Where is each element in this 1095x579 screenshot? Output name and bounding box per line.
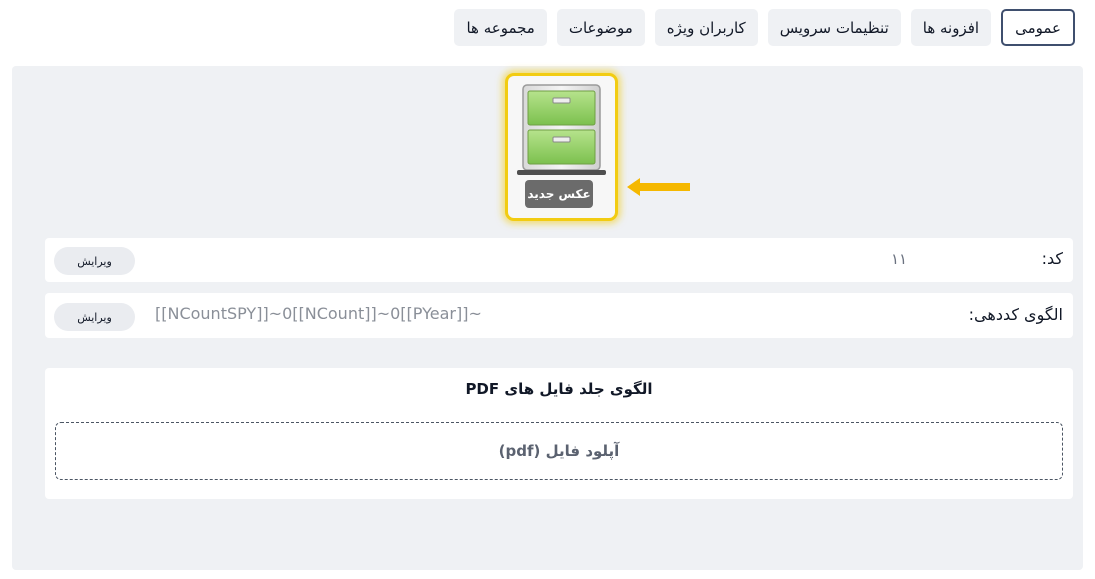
pdf-upload-dropzone[interactable]: آپلود فایل (pdf) (55, 422, 1063, 480)
coding-pattern-label: الگوی کددهی: (968, 305, 1063, 324)
tab-general[interactable]: عمومی (1001, 9, 1075, 46)
code-row: کد: ۱۱ ویرایش (45, 238, 1073, 282)
tab-special-users[interactable]: کاربران ویژه (654, 9, 758, 46)
tab-collections[interactable]: مجموعه ها (454, 9, 547, 46)
code-value: ۱۱ (891, 250, 908, 268)
arrow-left-icon (627, 178, 690, 196)
edit-code-button[interactable]: ویرایش (54, 247, 135, 275)
image-upload-box[interactable]: عکس جدید (505, 73, 618, 221)
file-cabinet-icon (517, 84, 606, 175)
pdf-cover-card: الگوی جلد فایل های PDF آپلود فایل (pdf) (45, 368, 1073, 499)
coding-pattern-row: الگوی کددهی: [[NCountSPY]]~0[[NCount]]~0… (45, 293, 1073, 338)
pdf-cover-title: الگوی جلد فایل های PDF (465, 380, 653, 398)
tab-service-settings[interactable]: تنظیمات سرویس (767, 9, 901, 46)
settings-panel: عکس جدید کد: ۱۱ ویرایش الگوی کددهی: [[NC… (12, 66, 1083, 570)
tab-bar: عمومی افزونه ها تنظیمات سرویس کاربران وی… (454, 9, 1075, 46)
tab-plugins[interactable]: افزونه ها (910, 9, 992, 46)
coding-pattern-value: [[NCountSPY]]~0[[NCount]]~0[[PYear]]~ (155, 304, 482, 323)
code-label: کد: (1041, 249, 1063, 268)
tab-topics[interactable]: موضوعات (556, 9, 645, 46)
edit-pattern-button[interactable]: ویرایش (54, 303, 135, 331)
new-image-label: عکس جدید (525, 180, 593, 208)
